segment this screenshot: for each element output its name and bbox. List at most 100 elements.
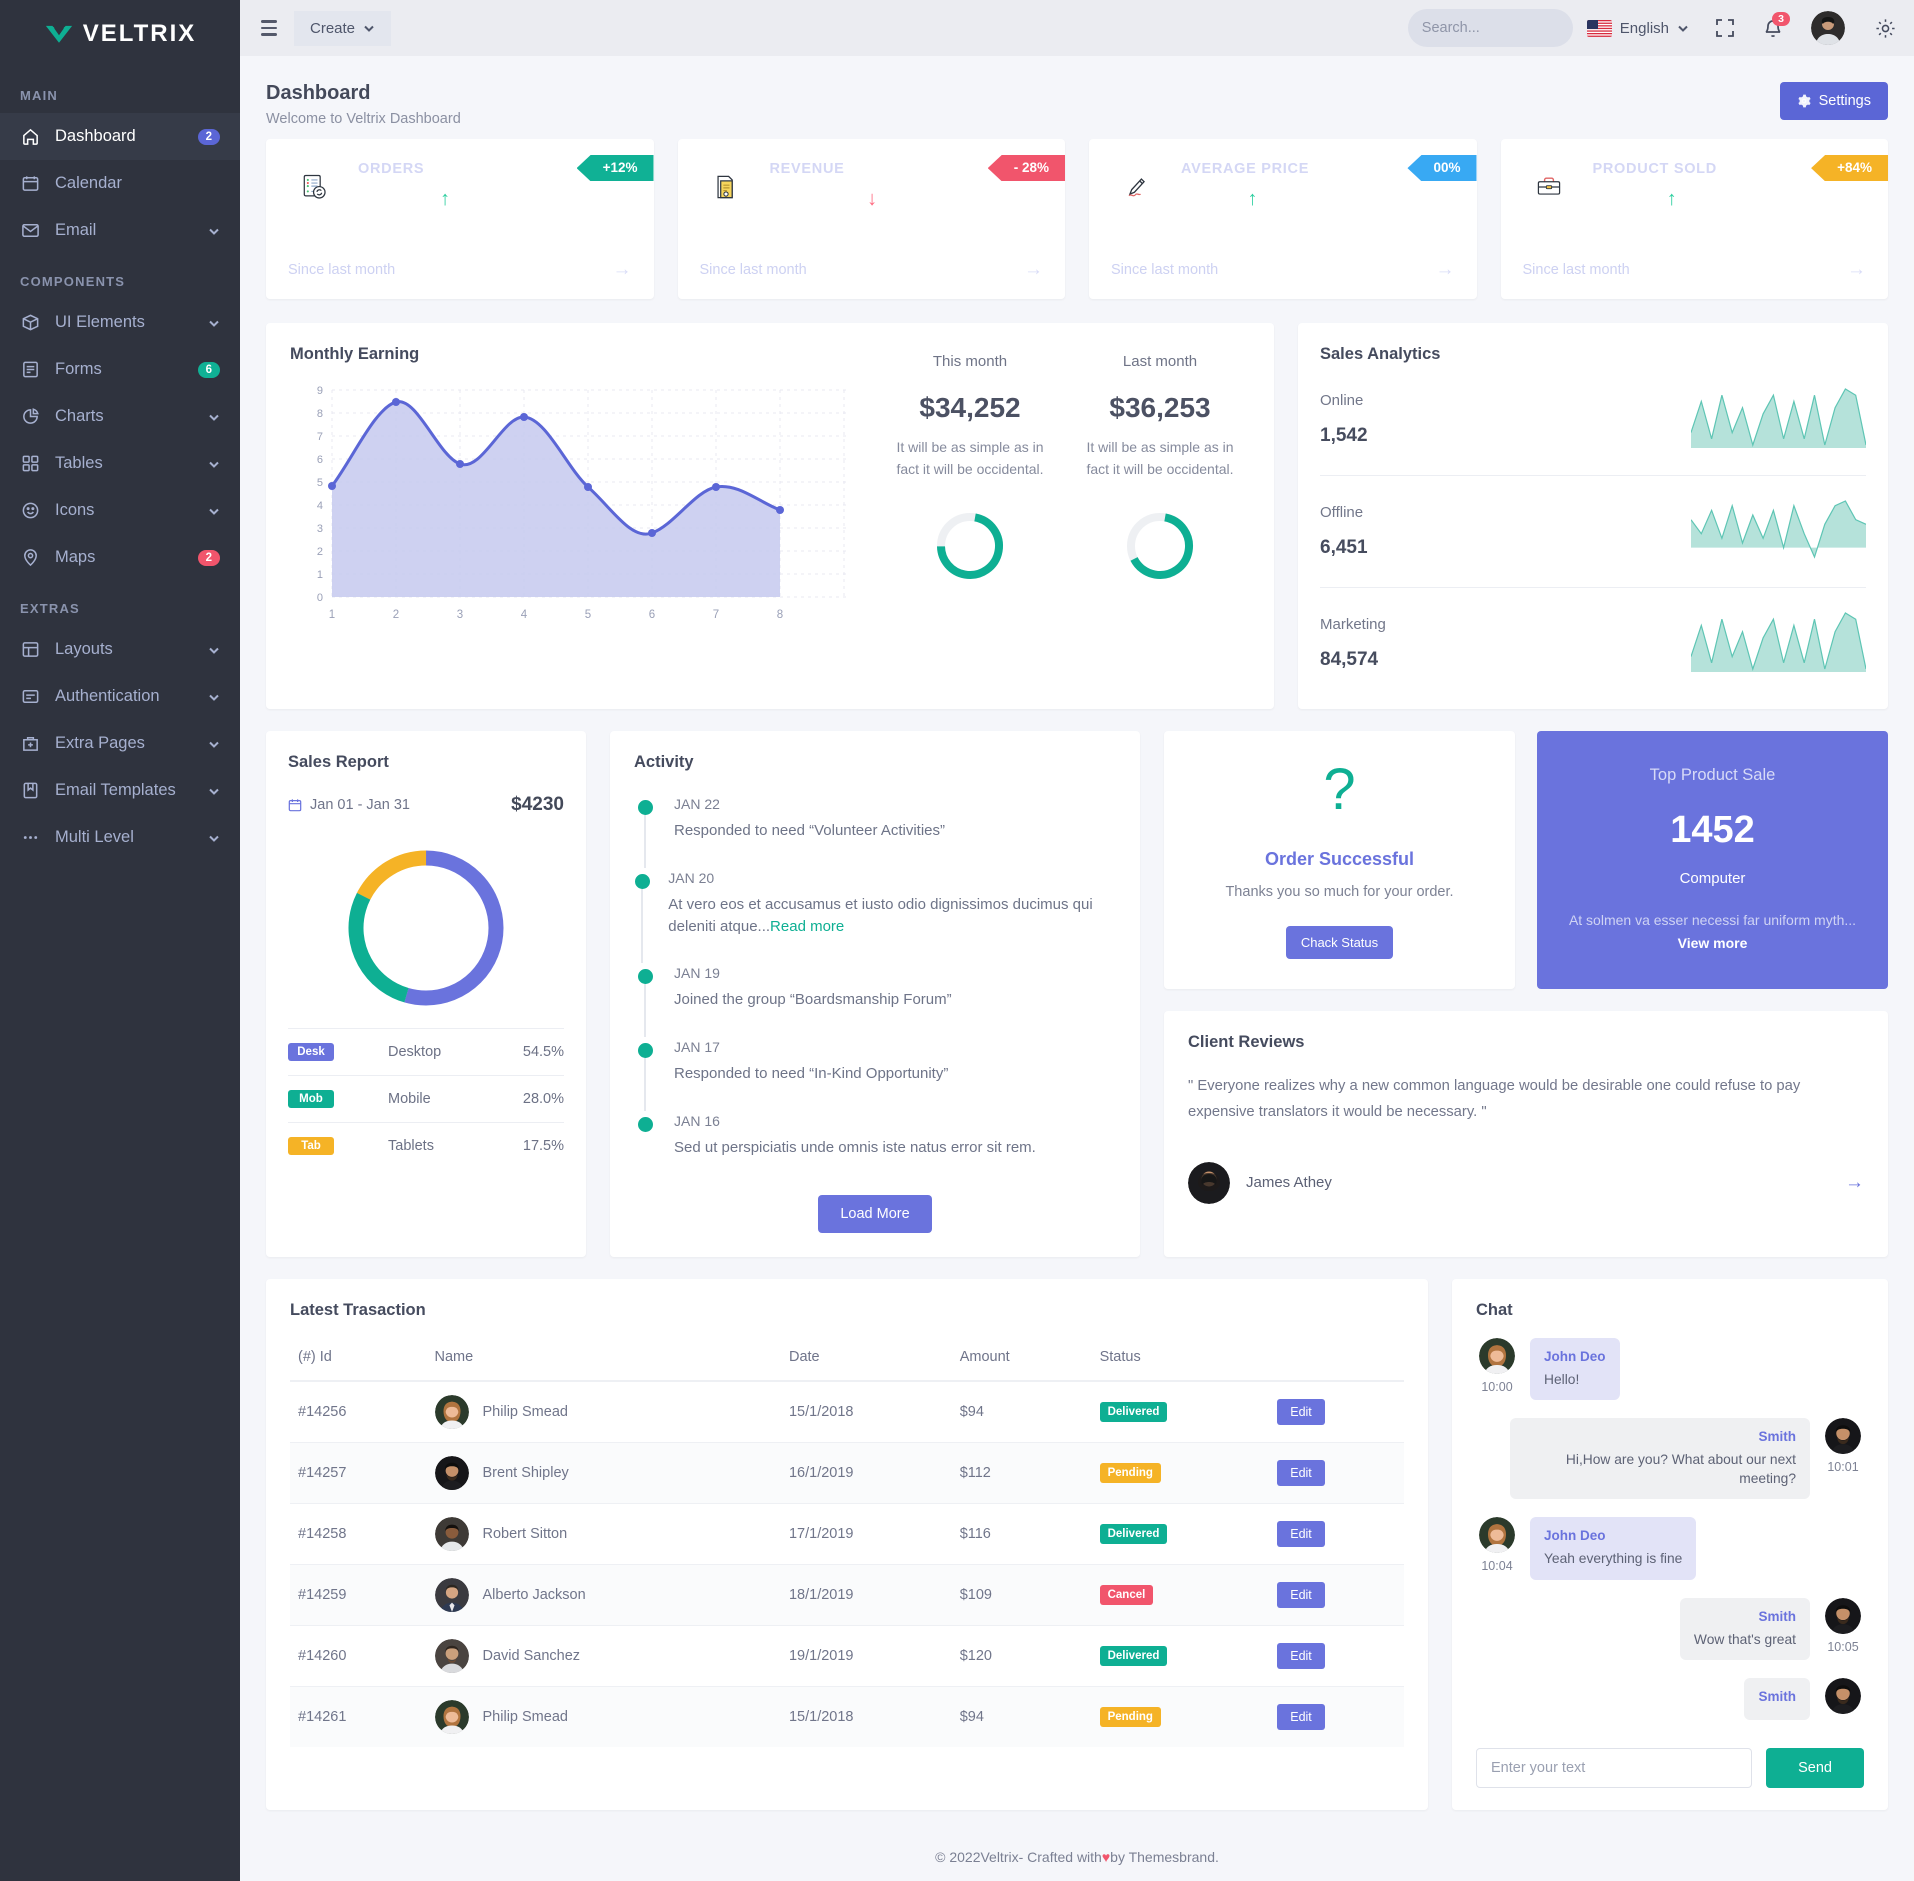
row-avatar — [434, 1638, 469, 1673]
table-column-header — [1269, 1333, 1404, 1382]
create-button[interactable]: Create — [294, 10, 392, 46]
stat-card-product-sold[interactable]: +84% PRODUCT SOLD 2436 ↑ Since last month → — [1500, 139, 1888, 299]
page-subtitle: Welcome to Veltrix Dashboard — [266, 111, 461, 127]
client-review-quote: " Everyone realizes why a new common lan… — [1188, 1078, 1801, 1120]
top-product-view-more-link[interactable]: View more — [1678, 935, 1748, 951]
legend-tag: Tab — [288, 1137, 334, 1155]
sidebar-item-email-templates[interactable]: Email Templates — [0, 767, 240, 814]
brand-logo[interactable]: VELTRIX — [0, 0, 240, 68]
sales-analytics-card: Sales Analytics Online 1,542 Offline 6,451 M… — [1298, 323, 1888, 709]
sidebar-item-forms[interactable]: Forms 6 — [0, 346, 240, 393]
activity-title: Activity — [634, 753, 694, 771]
legend-name: Tablets — [388, 1138, 434, 1154]
edit-button[interactable]: Edit — [1277, 1581, 1325, 1608]
edit-button[interactable]: Edit — [1277, 1398, 1325, 1425]
sidebar-item-authentication[interactable]: Authentication — [0, 673, 240, 720]
activity-text: Responded to need “Volunteer Activities” — [674, 822, 946, 839]
stat-since-label: Since last month — [699, 262, 807, 278]
analytics-row-online: Online 1,542 — [1320, 364, 1867, 475]
footer-text-after: by Themesbrand. — [1110, 1849, 1219, 1865]
arrow-right-icon[interactable]: → — [613, 259, 632, 281]
sidebar-item-multi-level[interactable]: Multi Level — [0, 814, 240, 861]
search-box[interactable] — [1407, 9, 1609, 47]
table-row[interactable]: #14259 Alberto Jackson 18/1/2019 $109 Cancel… — [290, 1564, 1404, 1626]
sidebar-item-label: Dashboard — [55, 127, 136, 145]
arrow-right-icon[interactable]: → — [1024, 259, 1043, 281]
language-selector[interactable]: English — [1586, 19, 1689, 37]
sidebar-item-label: Multi Level — [55, 828, 134, 846]
last-month-ring-chart — [1127, 513, 1193, 580]
search-input[interactable] — [1421, 20, 1609, 36]
table-column-header: Amount — [951, 1333, 1092, 1382]
cell-amount: $120 — [951, 1625, 1092, 1687]
notification-count: 3 — [1772, 11, 1790, 26]
svg-text:5: 5 — [585, 609, 591, 621]
chat-message: 10:05 Smith Wow that's great — [1476, 1597, 1864, 1661]
stat-card-average-price[interactable]: 00% AVERAGE PRICE 15.8 ↑ Since last month → — [1089, 139, 1477, 299]
edit-button[interactable]: Edit — [1277, 1642, 1325, 1669]
gear-icon — [1797, 94, 1811, 108]
stat-card-revenue[interactable]: - 28% REVENUE 52,368 ↓ Since last month → — [677, 139, 1065, 299]
chat-sender: Smith — [1758, 1608, 1796, 1624]
svg-text:6: 6 — [317, 454, 323, 466]
status-badge: Delivered — [1099, 1401, 1168, 1422]
chat-text: Hi,How are you? What about our next meet… — [1565, 1451, 1796, 1487]
analytics-row-value: 1,542 — [1320, 425, 1368, 446]
this-month-amount: $34,252 — [919, 392, 1021, 423]
sales-report-daterange-label: Jan 01 - Jan 31 — [310, 797, 410, 813]
table-row[interactable]: #14261 Philip Smead 15/1/2018 $94 Pending Edi… — [290, 1686, 1404, 1747]
table-row[interactable]: #14257 Brent Shipley 16/1/2019 $112 Pending E… — [290, 1442, 1404, 1504]
activity-card: Activity JAN 22 Responded to need “Volunt… — [610, 731, 1140, 1257]
veltrix-logo-icon — [44, 23, 74, 45]
revenue-icon — [699, 161, 752, 213]
table-row[interactable]: #14258 Robert Sitton 17/1/2019 $116 Delivere… — [290, 1503, 1404, 1565]
stat-card-orders[interactable]: +12% ORDERS 1,685 ↑ Since last month → — [266, 139, 654, 299]
send-button[interactable]: Send — [1766, 1748, 1864, 1789]
hamburger-icon[interactable] — [258, 12, 280, 43]
load-more-button[interactable]: Load More — [818, 1194, 932, 1233]
monthly-earning-chart: 9 8 7 6 5 4 3 2 1 0 1 2 3 4 5 6 7 8 — [317, 385, 846, 621]
edit-button[interactable]: Edit — [1277, 1703, 1325, 1730]
sidebar-item-layouts[interactable]: Layouts — [0, 626, 240, 673]
sidebar-item-icons[interactable]: Icons — [0, 487, 240, 534]
sidebar-item-calendar[interactable]: Calendar — [0, 160, 240, 207]
reviewer-name: James Athey — [1246, 1174, 1332, 1192]
svg-text:3: 3 — [457, 609, 463, 621]
sidebar-item-tables[interactable]: Tables — [0, 440, 240, 487]
activity-date: JAN 22 — [674, 796, 720, 812]
chat-avatar — [1825, 1597, 1861, 1634]
chevron-down-icon — [209, 694, 219, 701]
stat-value: 15.8 — [1181, 183, 1236, 214]
sidebar-item-extra-pages[interactable]: Extra Pages — [0, 720, 240, 767]
notification-bell[interactable]: 3 — [1763, 11, 1790, 39]
sidebar-item-maps[interactable]: Maps 2 — [0, 534, 240, 581]
sidebar-item-charts[interactable]: Charts — [0, 393, 240, 440]
analytics-row-value: 6,451 — [1320, 537, 1368, 558]
arrow-right-icon[interactable]: → — [1436, 259, 1455, 281]
activity-text: Joined the group “Boardsmanship Forum” — [674, 991, 952, 1009]
check-status-button[interactable]: Chack Status — [1285, 926, 1394, 959]
sidebar-item-ui-elements[interactable]: UI Elements — [0, 299, 240, 346]
sidebar-item-label: Icons — [55, 501, 95, 519]
sales-report-total: $4230 — [511, 794, 564, 815]
legend-percent: 17.5% — [522, 1138, 564, 1154]
svg-text:4: 4 — [521, 609, 528, 621]
edit-button[interactable]: Edit — [1277, 1520, 1325, 1547]
sidebar-item-dashboard[interactable]: Dashboard 2 — [0, 113, 240, 160]
arrow-right-icon[interactable]: → — [1847, 259, 1866, 281]
table-row[interactable]: #14256 Philip Smead 15/1/2018 $94 Delivered E… — [290, 1380, 1404, 1443]
chat-messages[interactable]: 10:00 John Deo Hello! 10:01 Smith Hi,How are … — [1476, 1337, 1864, 1739]
brand-name: VELTRIX — [82, 20, 197, 47]
sidebar-item-email[interactable]: Email — [0, 207, 240, 254]
fullscreen-icon[interactable] — [1715, 18, 1735, 38]
read-more-link[interactable]: Read more — [770, 918, 844, 935]
avatar[interactable] — [1811, 11, 1845, 45]
chat-input[interactable] — [1476, 1748, 1753, 1789]
edit-button[interactable]: Edit — [1277, 1459, 1325, 1486]
arrow-right-icon[interactable]: → — [1845, 1172, 1864, 1194]
order-success-card: ? Order Successful Thanks you so much fo… — [1164, 731, 1515, 989]
sales-report-daterange[interactable]: Jan 01 - Jan 31 — [288, 797, 410, 813]
gear-icon[interactable] — [1875, 18, 1896, 39]
settings-button[interactable]: Settings — [1779, 82, 1888, 120]
table-row[interactable]: #14260 David Sanchez 19/1/2019 $120 Delivere… — [290, 1625, 1404, 1687]
